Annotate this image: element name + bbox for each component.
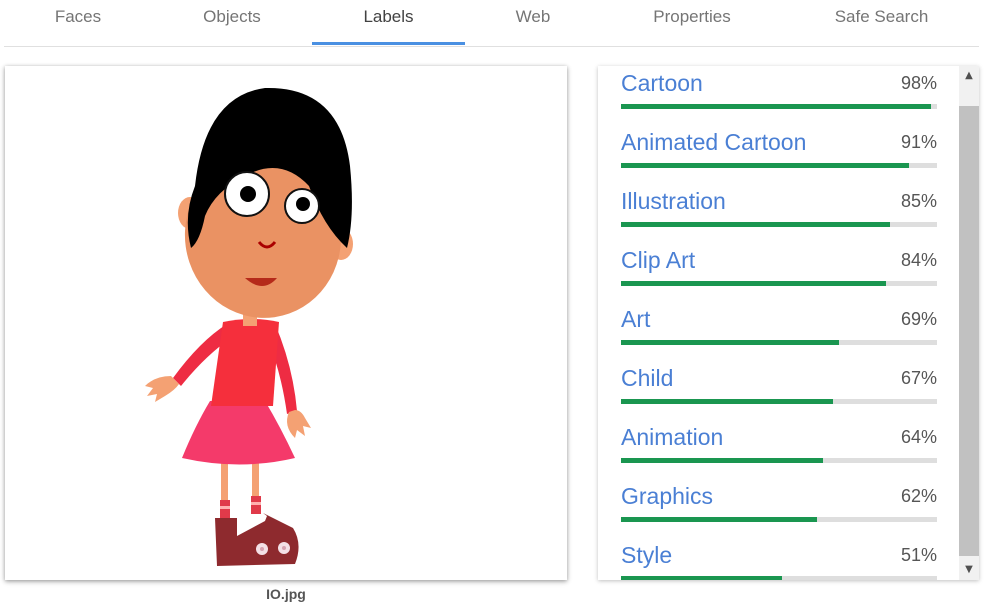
score-bar: [621, 340, 937, 345]
tab-safe-search[interactable]: Safe Search: [799, 0, 964, 46]
label-row: Animation 64%: [621, 420, 937, 479]
scroll-thumb[interactable]: [959, 106, 979, 556]
chevron-down-icon[interactable]: ▼: [959, 560, 979, 580]
score-bar-fill: [621, 340, 840, 345]
label-row: Animated Cartoon 91%: [621, 125, 937, 184]
label-name[interactable]: Illustration: [621, 188, 726, 215]
label-score: 64%: [900, 427, 937, 447]
label-name[interactable]: Animation: [621, 424, 723, 451]
label-name[interactable]: Clip Art: [621, 247, 695, 274]
label-score: 85%: [900, 191, 937, 211]
active-tab-indicator: [312, 42, 465, 45]
label-score: 84%: [900, 250, 937, 270]
score-bar: [621, 399, 937, 404]
label-score: 67%: [900, 368, 937, 388]
tab-faces[interactable]: Faces: [4, 0, 152, 46]
label-name[interactable]: Child: [621, 365, 673, 392]
score-bar-fill: [621, 517, 817, 522]
score-bar: [621, 163, 937, 168]
score-bar: [621, 517, 937, 522]
score-bar-fill: [621, 399, 833, 404]
label-score: 69%: [900, 309, 937, 329]
score-bar: [621, 576, 937, 580]
label-row: Illustration 85%: [621, 184, 937, 243]
cartoon-girl-image: [145, 87, 353, 566]
score-bar: [621, 104, 937, 109]
label-name[interactable]: Cartoon: [621, 70, 703, 97]
tab-bar: Faces Objects Labels Web Properties Safe…: [4, 0, 979, 47]
label-row: Child 67%: [621, 361, 937, 420]
label-score: 98%: [900, 73, 937, 93]
label-name[interactable]: Style: [621, 542, 672, 569]
score-bar-fill: [621, 458, 824, 463]
label-score: 51%: [900, 545, 937, 565]
label-name[interactable]: Animated Cartoon: [621, 129, 806, 156]
image-preview: [5, 66, 567, 580]
label-score: 91%: [900, 132, 937, 152]
image-filename: IO.jpg: [266, 586, 306, 602]
label-row: Cartoon 98%: [621, 66, 937, 125]
score-bar-fill: [621, 576, 783, 580]
tab-web[interactable]: Web: [457, 0, 609, 46]
label-row: Art 69%: [621, 302, 937, 361]
tab-properties[interactable]: Properties: [607, 0, 777, 46]
label-row: Clip Art 84%: [621, 243, 937, 302]
label-row: Style 51%: [621, 538, 937, 580]
tab-labels[interactable]: Labels: [312, 0, 465, 46]
labels-scrollbar[interactable]: ▲ ▼: [959, 66, 979, 580]
score-bar: [621, 222, 937, 227]
score-bar-fill: [621, 104, 931, 109]
score-bar: [621, 458, 937, 463]
label-score: 62%: [900, 486, 937, 506]
label-row: Graphics 62%: [621, 479, 937, 538]
score-bar-fill: [621, 163, 909, 168]
label-name[interactable]: Art: [621, 306, 650, 333]
score-bar: [621, 281, 937, 286]
score-bar-fill: [621, 281, 887, 286]
labels-panel: Cartoon 98% Animated Cartoon 91% Illustr…: [598, 66, 979, 580]
tab-objects[interactable]: Objects: [157, 0, 307, 46]
label-name[interactable]: Graphics: [621, 483, 713, 510]
chevron-up-icon[interactable]: ▲: [959, 66, 979, 86]
score-bar-fill: [621, 222, 890, 227]
